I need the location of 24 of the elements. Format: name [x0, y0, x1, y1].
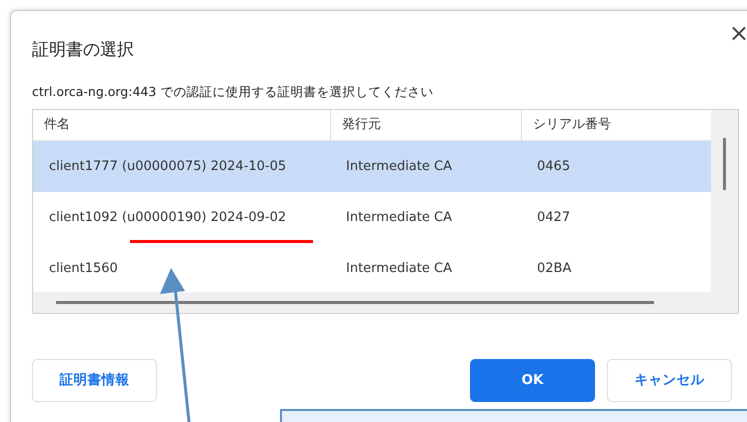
table-cell-text: client1092 (u00000190) 2024-09-02 [48, 208, 288, 227]
dialog-title: 証明書の選択 [32, 39, 135, 62]
table-cell-text: 0427 [536, 208, 572, 227]
close-button[interactable]: × [728, 21, 747, 45]
table-cell-text: client1777 (u00000075) 2024-10-05 [48, 158, 288, 176]
scrollbar-thumb[interactable] [56, 301, 654, 304]
ok-button[interactable]: OK [470, 359, 595, 402]
table-cell-text: 02BA [536, 260, 572, 278]
vertical-scrollbar[interactable] [711, 110, 738, 313]
column-header[interactable]: 件名 [33, 110, 330, 140]
dialog-button[interactable]: 証明書情報 [32, 359, 157, 402]
column-header[interactable]: 発行元 [330, 110, 521, 140]
table-cell-text: 0465 [536, 158, 572, 176]
table-cell-text: Intermediate CA [345, 158, 453, 176]
table-row[interactable]: client1560 Intermediate CA 02BA [33, 243, 712, 294]
scrollbar-thumb[interactable] [723, 138, 726, 190]
table-cell-text: Intermediate CA [345, 208, 453, 227]
dialog-button[interactable]: キャンセル [607, 359, 732, 402]
table-row[interactable]: client1092 (u00000190) 2024-09-02 Intermediate CA 0427 [33, 192, 712, 243]
table-cell-text: Intermediate CA [345, 260, 453, 278]
dialog-message: ctrl.orca-ng.org:443 での認証に使用する証明書を選択してください [32, 83, 434, 101]
horizontal-scrollbar[interactable] [33, 292, 711, 313]
table-row[interactable]: client1777 (u00000075) 2024-10-05 Intermediate CA 0465 [33, 141, 712, 192]
table-cell-text: client1560 [48, 260, 119, 278]
